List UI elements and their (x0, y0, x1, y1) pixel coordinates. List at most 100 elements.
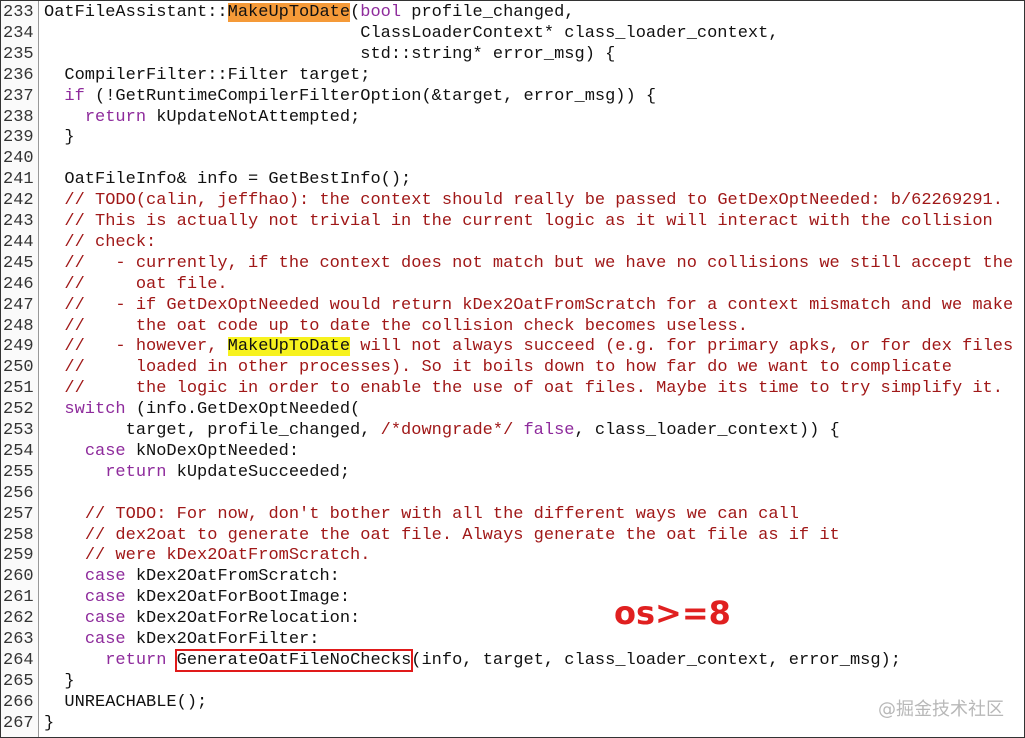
line-number: 261 (3, 588, 34, 608)
comment: // - currently, if the context does not … (64, 253, 1014, 273)
code-text: kDex2OatFromScratch: (125, 567, 340, 587)
code-text: kNoDexOptNeeded: (125, 441, 300, 461)
code-text: UNREACHABLE(); (44, 692, 208, 712)
keyword: case (84, 588, 126, 608)
search-highlight: MakeUpToDate (227, 3, 351, 22)
line-number: 247 (3, 295, 34, 315)
code-text: (!GetRuntimeCompilerFilterOption(&target… (84, 86, 657, 106)
code-text: } (44, 671, 75, 691)
line-number: 257 (3, 504, 34, 524)
line-content: // the oat code up to date the collision… (44, 316, 748, 337)
line-content: case kNoDexOptNeeded: (44, 441, 299, 462)
line-number: 244 (3, 232, 34, 252)
line-number: 263 (3, 630, 34, 649)
comment: // This is actually not trivial in the c… (64, 212, 993, 231)
line-number: 249 (3, 337, 34, 357)
line-content: } (44, 671, 75, 692)
code-viewer: 233 OatFileAssistant::MakeUpToDate(bool p… (0, 0, 1025, 738)
line-number: 255 (3, 462, 34, 482)
code-text: kUpdateSucceeded; (166, 462, 351, 482)
line-number: 243 (3, 212, 34, 231)
line-content: // check: (44, 232, 156, 253)
code-text: OatFileInfo& info = GetBestInfo(); (44, 170, 412, 190)
code-text: std::string* error_msg) { (44, 44, 616, 64)
code-text: OatFileAssistant:: (44, 3, 228, 22)
line-content: // - currently, if the context does not … (44, 253, 1013, 274)
comment: will not always succeed (e.g. for primar… (350, 337, 1014, 357)
line-content: // loaded in other processes). So it boi… (44, 357, 952, 378)
keyword: false (523, 421, 575, 440)
line-content: return kUpdateSucceeded; (44, 462, 350, 483)
line-content: OatFileAssistant::MakeUpToDate(bool prof… (44, 2, 575, 23)
line-number: 251 (3, 379, 34, 399)
line-number: 267 (3, 713, 34, 733)
line-number: 252 (3, 400, 34, 420)
comment: // loaded in other processes). So it boi… (64, 358, 952, 378)
line-number: 250 (3, 358, 34, 378)
line-content: // the logic in order to enable the use … (44, 378, 1003, 399)
code-text: } (44, 128, 75, 148)
keyword: case (84, 630, 126, 649)
line-content: CompilerFilter::Filter target; (44, 65, 370, 86)
line-number: 253 (3, 421, 34, 440)
annotation-box: GenerateOatFileNoChecks (174, 648, 414, 672)
line-content: target, profile_changed, /*downgrade*/ f… (44, 420, 840, 441)
line-number: 240 (3, 149, 34, 169)
annotation-label: os>=8 (614, 594, 731, 632)
comment: // were kDex2OatFromScratch. (84, 546, 371, 566)
line-number: 238 (3, 107, 34, 127)
code-text: profile_changed, (401, 3, 575, 22)
line-number: 235 (3, 44, 34, 64)
code-text: } (44, 713, 55, 733)
comment: // check: (64, 232, 157, 252)
code-text: ClassLoaderContext* class_loader_context… (44, 23, 779, 43)
line-content: // This is actually not trivial in the c… (44, 211, 993, 232)
code-text: kDex2OatForFilter: (125, 630, 320, 649)
comment: // dex2oat to generate the oat file. Alw… (84, 525, 840, 545)
line-number: 236 (3, 65, 34, 85)
keyword: if (64, 86, 85, 106)
line-content: OatFileInfo& info = GetBestInfo(); (44, 169, 411, 190)
line-number: 242 (3, 191, 34, 211)
comment: // TODO(calin, jeffhao): the context sho… (64, 191, 1003, 211)
line-number: 262 (3, 609, 34, 629)
keyword: case (84, 567, 126, 587)
watermark: @掘金技术社区 (878, 699, 1004, 720)
code-text: (info.GetDexOptNeeded( (125, 400, 361, 420)
code-text: ( (350, 3, 361, 22)
line-number: 266 (3, 692, 34, 712)
line-content: // TODO(calin, jeffhao): the context sho… (44, 190, 1003, 211)
line-content: } (44, 127, 75, 148)
code-text: , class_loader_context)) { (574, 421, 840, 440)
keyword: return (84, 107, 147, 127)
keyword: return (105, 650, 167, 670)
comment: /*downgrade*/ (380, 421, 514, 440)
line-number: 248 (3, 316, 34, 336)
comment: // oat file. (64, 274, 228, 294)
line-number: 234 (3, 23, 34, 43)
line-content: ClassLoaderContext* class_loader_context… (44, 23, 779, 44)
comment: // the logic in order to enable the use … (64, 379, 1003, 399)
search-highlight: MakeUpToDate (227, 337, 351, 357)
comment: // the oat code up to date the collision… (64, 316, 748, 336)
line-number: 264 (3, 650, 34, 670)
keyword: return (105, 462, 167, 482)
